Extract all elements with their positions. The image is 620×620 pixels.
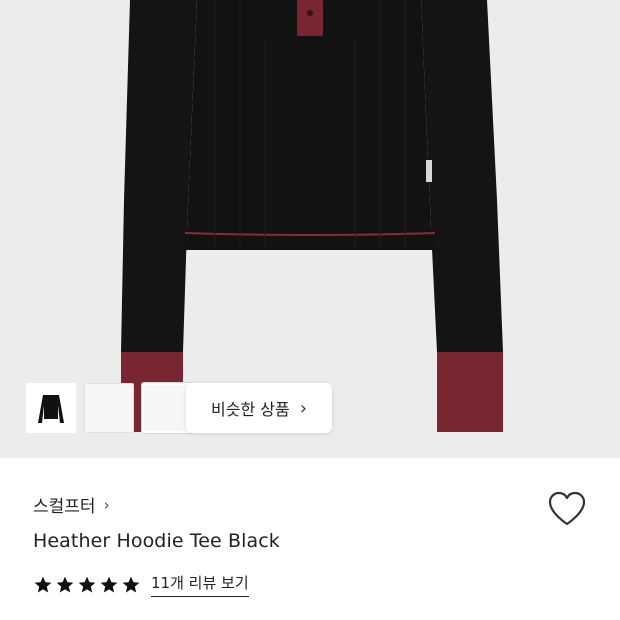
rating-row: 11개 리뷰 보기: [33, 572, 249, 597]
thumbnail-brown[interactable]: [26, 383, 134, 433]
star-icon: [34, 576, 52, 592]
chevron-right-icon: ›: [299, 397, 307, 419]
star-icon: [56, 576, 74, 592]
review-link[interactable]: 11개 리뷰 보기: [151, 572, 249, 597]
product-title: Heather Hoodie Tee Black: [33, 530, 280, 552]
star-icon: [100, 576, 118, 592]
star-icon: [78, 576, 96, 592]
rating-stars: [33, 575, 141, 595]
similar-products-button[interactable]: 비슷한 상품 ›: [186, 383, 332, 433]
thumbnail-black[interactable]: [26, 383, 192, 433]
brand-link[interactable]: 스컬프터 ›: [33, 492, 110, 518]
brand-name: 스컬프터: [33, 497, 96, 517]
heart-icon[interactable]: [546, 490, 588, 528]
product-info: 스컬프터 › Heather Hoodie Tee Black 11개 리뷰 보…: [0, 458, 620, 620]
thumbnail-strip: [26, 383, 192, 433]
product-hero-image[interactable]: 비슷한 상품 ›: [0, 0, 620, 458]
star-icon: [122, 576, 140, 592]
chevron-right-icon: ›: [103, 495, 110, 514]
similar-products-label: 비슷한 상품: [211, 400, 290, 419]
